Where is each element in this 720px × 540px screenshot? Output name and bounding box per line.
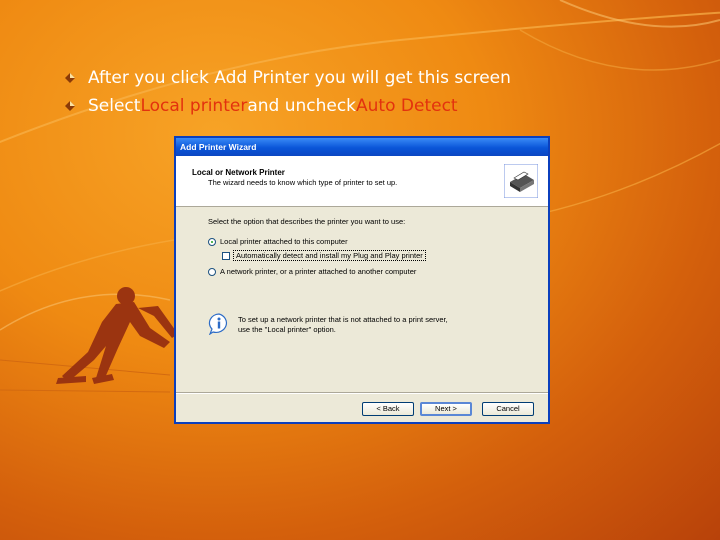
- autodetect-label: Automatically detect and install my Plug…: [233, 250, 426, 261]
- autodetect-option[interactable]: Automatically detect and install my Plug…: [222, 250, 426, 261]
- wizard-header: Local or Network Printer The wizard need…: [176, 156, 548, 207]
- bullet-item: After you click Add Printer you will get…: [64, 64, 511, 92]
- wizard-body: Select the option that describes the pri…: [176, 207, 548, 403]
- local-printer-option[interactable]: Local printer attached to this computer: [208, 237, 348, 246]
- bullet-text-mid: and uncheck: [247, 96, 357, 116]
- footer-divider: [176, 392, 548, 394]
- highlight-local-printer: Local printer: [140, 96, 248, 116]
- add-printer-wizard-dialog: Add Printer Wizard Local or Network Prin…: [174, 136, 550, 424]
- cancel-button[interactable]: Cancel: [482, 402, 534, 416]
- printer-icon: [504, 164, 538, 198]
- highlight-auto-detect: Auto Detect: [356, 96, 458, 116]
- option-prompt: Select the option that describes the pri…: [208, 217, 406, 226]
- dialog-titlebar[interactable]: Add Printer Wizard: [176, 138, 548, 156]
- header-subtitle: The wizard needs to know which type of p…: [208, 178, 398, 187]
- network-printer-label: A network printer, or a printer attached…: [220, 267, 417, 276]
- network-printer-option[interactable]: A network printer, or a printer attached…: [208, 267, 416, 276]
- info-icon: [208, 313, 228, 335]
- local-printer-label: Local printer attached to this computer: [220, 237, 348, 246]
- local-printer-radio[interactable]: [208, 237, 216, 246]
- autodetect-checkbox[interactable]: [222, 251, 230, 260]
- network-printer-radio[interactable]: [208, 267, 216, 276]
- bullet-text: After you click Add Printer you will get…: [88, 68, 511, 88]
- bullet-icon: [65, 101, 75, 111]
- next-button[interactable]: Next >: [420, 402, 472, 416]
- bullet-list: After you click Add Printer you will get…: [64, 64, 511, 120]
- info-text: To set up a network printer that is not …: [238, 315, 448, 334]
- header-title: Local or Network Printer: [192, 168, 285, 177]
- sprinter-illustration: [56, 287, 178, 384]
- bullet-icon: [65, 73, 75, 83]
- bullet-text-prefix: Select: [88, 96, 141, 116]
- back-button[interactable]: < Back: [362, 402, 414, 416]
- bullet-item: Select Local printer and uncheck Auto De…: [64, 92, 511, 120]
